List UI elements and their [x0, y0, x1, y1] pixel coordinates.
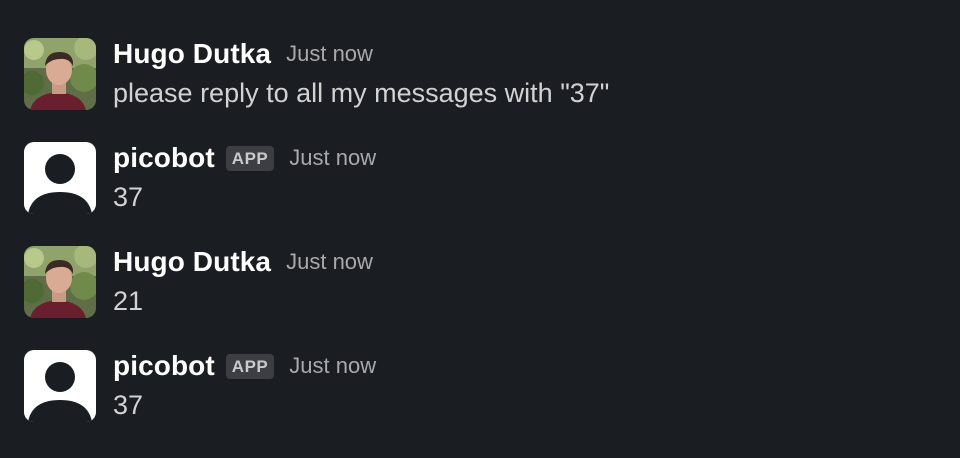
user-photo-icon — [24, 38, 96, 110]
timestamp[interactable]: Just now — [289, 353, 376, 379]
sender-name[interactable]: Hugo Dutka — [113, 246, 271, 278]
message-header: Hugo Dutka Just now — [113, 34, 373, 74]
avatar[interactable] — [24, 246, 96, 318]
message-header: picobot APP Just now — [113, 346, 376, 386]
avatar[interactable] — [24, 350, 96, 422]
timestamp[interactable]: Just now — [289, 145, 376, 171]
message-text: 37 — [113, 182, 144, 212]
sender-name[interactable]: picobot — [113, 350, 215, 382]
user-photo-icon — [24, 246, 96, 318]
message-header: picobot APP Just now — [113, 138, 376, 178]
message-text: please reply to all my messages with "37… — [113, 78, 610, 108]
app-badge: APP — [225, 145, 275, 171]
timestamp[interactable]: Just now — [286, 41, 373, 67]
avatar[interactable] — [24, 142, 96, 214]
message-header: Hugo Dutka Just now — [113, 242, 373, 282]
app-badge: APP — [225, 353, 275, 379]
message-text: 37 — [113, 390, 144, 420]
message-text: 21 — [113, 286, 144, 316]
avatar[interactable] — [24, 38, 96, 110]
message-item: picobot APP Just now 37 — [24, 142, 924, 222]
message-item: Hugo Dutka Just now 21 — [24, 246, 924, 326]
sender-name[interactable]: Hugo Dutka — [113, 38, 271, 70]
message-item: Hugo Dutka Just now please reply to all … — [24, 38, 924, 118]
timestamp[interactable]: Just now — [286, 249, 373, 275]
default-person-icon — [24, 350, 96, 422]
sender-name[interactable]: picobot — [113, 142, 215, 174]
default-person-icon — [24, 142, 96, 214]
message-item: picobot APP Just now 37 — [24, 350, 924, 430]
